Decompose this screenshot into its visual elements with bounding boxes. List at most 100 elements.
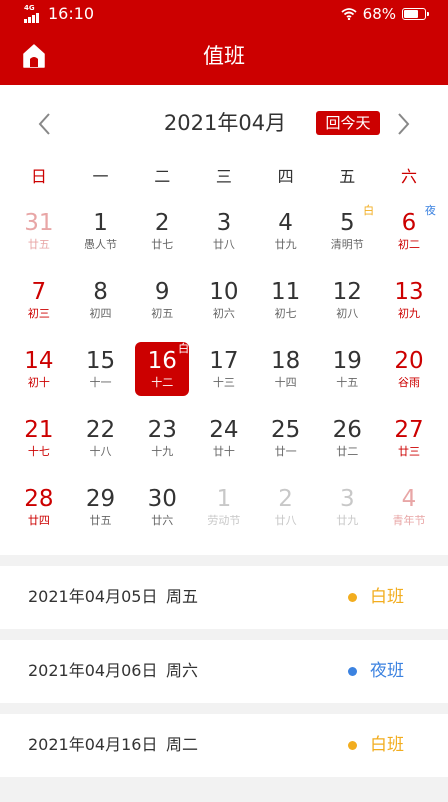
- calendar-day[interactable]: 29 廿五: [70, 479, 132, 548]
- lunar-label: 廿十: [212, 445, 235, 458]
- day-number: 1: [216, 486, 232, 512]
- weekday-label: 日: [30, 167, 47, 186]
- lunar-label: 清明节: [330, 238, 364, 251]
- calendar-day[interactable]: 9 初五: [131, 272, 193, 341]
- day-number: 3: [339, 486, 355, 512]
- calendar-day[interactable]: 21 十七: [8, 410, 70, 479]
- title-bar: 值班: [0, 28, 448, 85]
- calendar-day[interactable]: 23 十九: [131, 410, 193, 479]
- lunar-label: 初七: [274, 307, 297, 320]
- calendar-week: 14 初十 15 十一 16 十二白 17 十三 18 十四 19 十五 20 谷雨: [8, 341, 440, 410]
- lunar-label: 廿九: [274, 238, 297, 251]
- day-number: 24: [209, 417, 239, 443]
- shift-row[interactable]: 2021年04月16日 周二 白班: [0, 714, 448, 777]
- calendar-day[interactable]: 11 初七: [255, 272, 317, 341]
- shift-tag: 夜: [424, 204, 436, 217]
- day-number: 9: [154, 279, 170, 305]
- calendar-day[interactable]: 27 廿三: [378, 410, 440, 479]
- calendar-day[interactable]: 7 初三: [8, 272, 70, 341]
- day-number: 31: [24, 210, 54, 236]
- calendar-day[interactable]: 17 十三: [193, 341, 255, 410]
- lunar-label: 十一: [89, 376, 112, 389]
- chevron-left-icon[interactable]: [30, 109, 60, 139]
- status-left: 4G 16:10: [24, 4, 94, 24]
- day-number: 12: [332, 279, 362, 305]
- calendar-day[interactable]: 2 廿七: [131, 203, 193, 272]
- lunar-label: 十八: [89, 445, 112, 458]
- calendar-day[interactable]: 3 廿八: [193, 203, 255, 272]
- calendar-day[interactable]: 14 初十: [8, 341, 70, 410]
- calendar-day[interactable]: 3 廿九: [316, 479, 378, 548]
- calendar-day[interactable]: 4 青年节: [378, 479, 440, 548]
- calendar-day[interactable]: 13 初九: [378, 272, 440, 341]
- lunar-label: 初九: [397, 307, 420, 320]
- day-number: 14: [24, 348, 54, 374]
- calendar-day[interactable]: 28 廿四: [8, 479, 70, 548]
- shift-row[interactable]: 2021年04月06日 周六 夜班: [0, 640, 448, 703]
- lunar-label: 廿八: [274, 514, 297, 527]
- calendar-day[interactable]: 30 廿六: [131, 479, 193, 548]
- calendar-day[interactable]: 1 劳动节: [193, 479, 255, 548]
- day-number: 26: [332, 417, 362, 443]
- lunar-label: 廿九: [336, 514, 359, 527]
- day-number: 17: [209, 348, 239, 374]
- lunar-label: 青年节: [392, 514, 426, 527]
- day-number: 18: [270, 348, 301, 374]
- calendar-day[interactable]: 1 愚人节: [70, 203, 132, 272]
- today-button[interactable]: 回今天: [316, 111, 380, 135]
- lunar-label: 十七: [27, 445, 50, 458]
- day-number: 19: [332, 348, 362, 374]
- day-number: 3: [216, 210, 232, 236]
- calendar-day[interactable]: 19 十五: [316, 341, 378, 410]
- calendar-day[interactable]: 12 初八: [316, 272, 378, 341]
- calendar-day[interactable]: 22 十八: [70, 410, 132, 479]
- calendar-week: 21 十七 22 十八 23 十九 24 廿十 25 廿一 26 廿二 27 廿三: [8, 410, 440, 479]
- calendar-day[interactable]: 24 廿十: [193, 410, 255, 479]
- calendar-day[interactable]: 4 廿九: [255, 203, 317, 272]
- calendar-day[interactable]: 26 廿二: [316, 410, 378, 479]
- weekday-label: 二: [154, 167, 171, 186]
- month-label: 2021年04月: [163, 111, 287, 135]
- shift-weekday: 周六: [166, 661, 199, 680]
- lunar-label: 廿八: [212, 238, 235, 251]
- calendar-day[interactable]: 5 清明节白: [316, 203, 378, 272]
- shift-dot-icon: [348, 593, 357, 602]
- calendar-day[interactable]: 2 廿八: [255, 479, 317, 548]
- lunar-label: 廿一: [274, 445, 297, 458]
- calendar: 2021年04月 回今天 日一二三四五六 31 廿五 1 愚人节 2 廿七 3 廿八 4 廿九 5 清…: [0, 85, 448, 555]
- calendar-day[interactable]: 15 十一: [70, 341, 132, 410]
- shift-row[interactable]: 2021年04月05日 周五 白班: [0, 566, 448, 629]
- day-number: 10: [209, 279, 239, 305]
- weekday-label: 五: [339, 167, 356, 186]
- weekday-label: 四: [277, 167, 294, 186]
- day-number: 7: [31, 279, 47, 305]
- day-number: 4: [278, 210, 293, 236]
- calendar-week: 7 初三 8 初四 9 初五 10 初六 11 初七 12 初八 13 初九: [8, 272, 440, 341]
- calendar-day[interactable]: 6 初二夜: [378, 203, 440, 272]
- calendar-day[interactable]: 10 初六: [193, 272, 255, 341]
- lunar-label: 愚人节: [84, 238, 118, 251]
- shift-weekday: 周五: [166, 587, 199, 606]
- calendar-day[interactable]: 31 廿五: [8, 203, 70, 272]
- calendar-grid: 31 廿五 1 愚人节 2 廿七 3 廿八 4 廿九 5 清明节白 6 初二夜 7 初三 8 初四 9 初五 10 初六 1…: [8, 203, 440, 548]
- shift-dot-icon: [348, 741, 357, 750]
- calendar-day[interactable]: 25 廿一: [255, 410, 317, 479]
- calendar-day[interactable]: 8 初四: [70, 272, 132, 341]
- battery-icon: [402, 8, 429, 20]
- calendar-day-selected[interactable]: 16 十二白: [131, 341, 193, 410]
- chevron-right-icon[interactable]: [388, 109, 418, 139]
- calendar-day[interactable]: 18 十四: [255, 341, 317, 410]
- lunar-label: 廿七: [151, 238, 174, 251]
- shift-type: 白班: [370, 735, 404, 755]
- shift-date: 2021年04月05日: [28, 587, 158, 606]
- lunar-label: 初四: [89, 307, 112, 320]
- shift-type: 白班: [370, 587, 404, 607]
- calendar-week: 31 廿五 1 愚人节 2 廿七 3 廿八 4 廿九 5 清明节白 6 初二夜: [8, 203, 440, 272]
- shift-weekday: 周二: [166, 735, 199, 754]
- lunar-label: 廿四: [27, 514, 50, 527]
- calendar-day[interactable]: 20 谷雨: [378, 341, 440, 410]
- lunar-label: 廿五: [27, 238, 50, 251]
- lunar-label: 初六: [212, 307, 235, 320]
- day-number: 2: [154, 210, 170, 236]
- day-number: 27: [394, 417, 424, 443]
